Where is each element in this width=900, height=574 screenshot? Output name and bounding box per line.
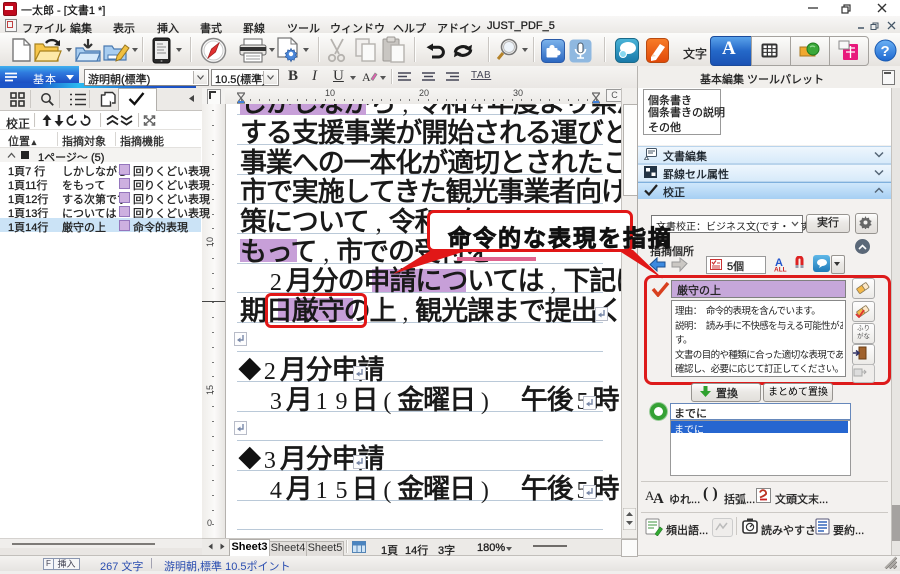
svg-text:A: A xyxy=(653,491,664,504)
svg-text:?: ? xyxy=(881,43,890,60)
svg-text:A: A xyxy=(362,70,371,84)
svg-text:ALL: ALL xyxy=(774,267,787,273)
